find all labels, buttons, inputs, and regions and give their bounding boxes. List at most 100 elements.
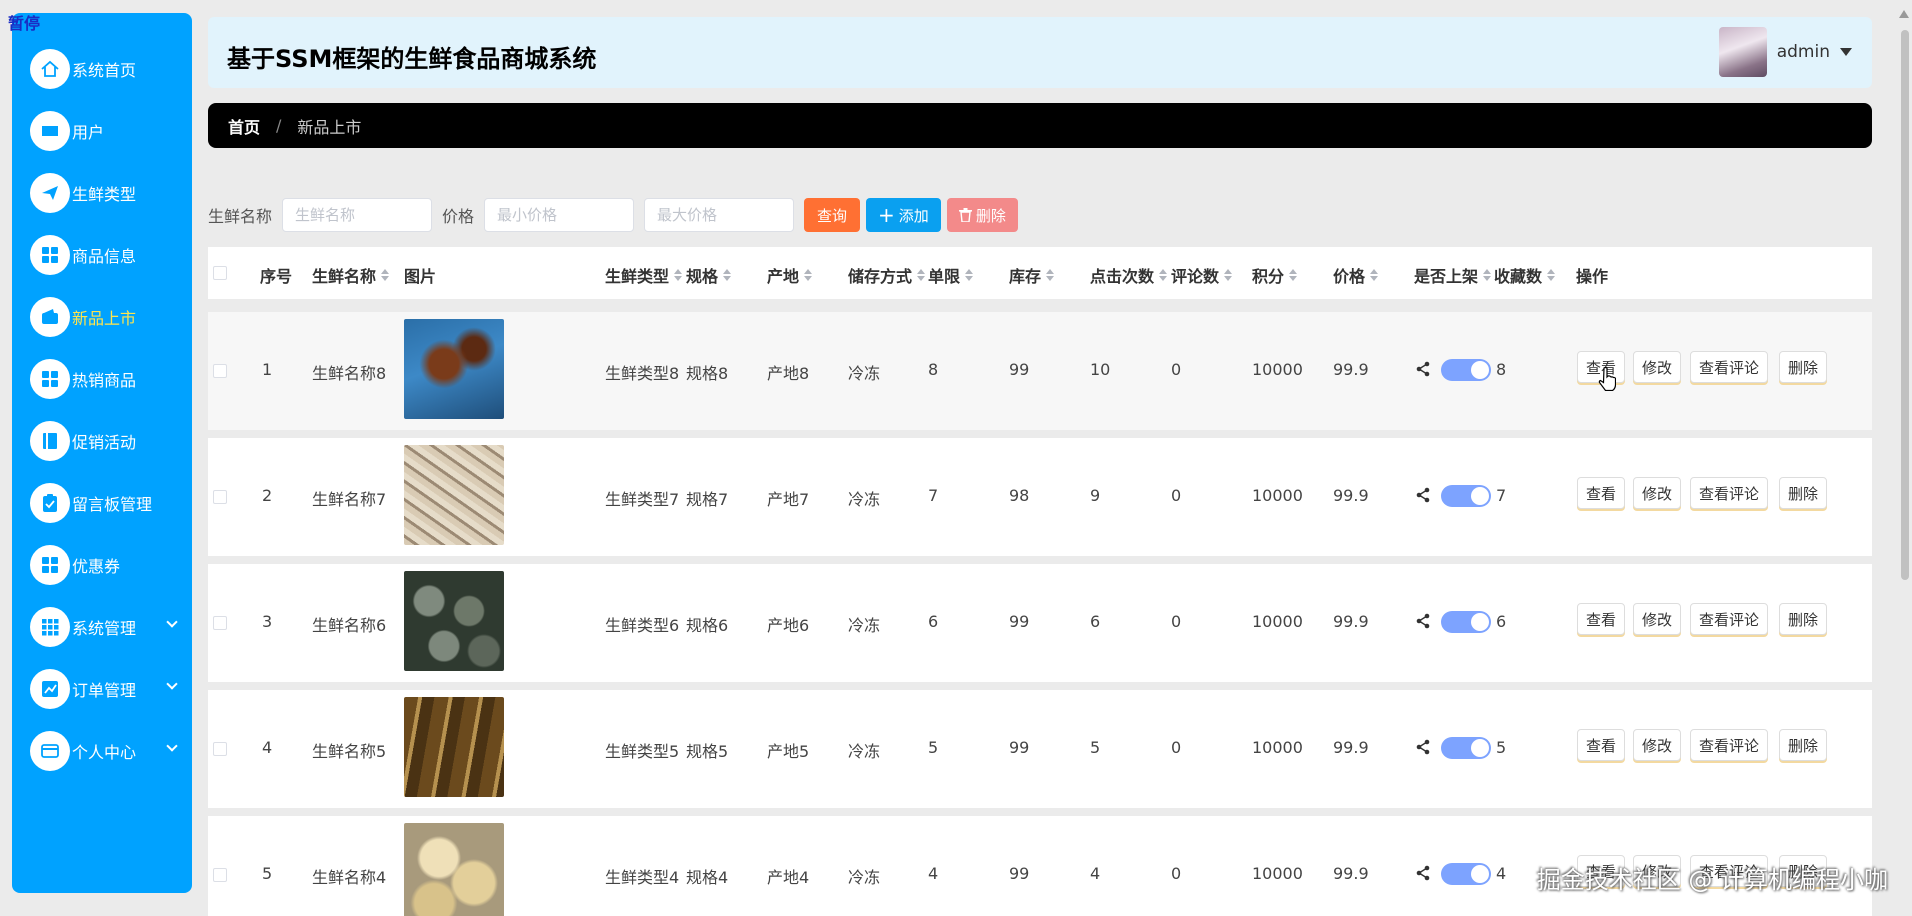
sort-icon[interactable] (804, 269, 813, 281)
row-checkbox[interactable] (213, 868, 227, 882)
name-search-input[interactable] (282, 198, 433, 232)
sort-icon[interactable] (381, 269, 390, 281)
on-shelf-toggle[interactable] (1441, 737, 1491, 759)
cell-stock: 99 (1009, 360, 1030, 379)
on-shelf-toggle[interactable] (1441, 485, 1491, 507)
column-header-image: 图片 (404, 263, 436, 287)
edit-button[interactable]: 修改 (1633, 351, 1682, 383)
column-header-type[interactable]: 生鲜类型 (605, 263, 683, 287)
sidebar-item-7[interactable]: 留言板管理 (12, 472, 192, 534)
column-header-price[interactable]: 价格 (1333, 263, 1379, 287)
sidebar-item-10[interactable]: 订单管理 (12, 658, 192, 720)
share-icon[interactable] (1416, 487, 1430, 503)
column-header-origin[interactable]: 产地 (767, 263, 813, 287)
sort-icon[interactable] (965, 269, 974, 281)
column-header-storage[interactable]: 储存方式 (848, 263, 926, 287)
caret-down-icon[interactable] (1840, 48, 1852, 56)
sidebar-item-4[interactable]: 新品上市 (12, 286, 192, 348)
sidebar-item-11[interactable]: 个人中心 (12, 720, 192, 782)
sidebar-item-2[interactable]: 生鲜类型 (12, 162, 192, 224)
chart-icon (30, 669, 70, 709)
row-delete-button[interactable]: 删除 (1779, 351, 1828, 383)
row-delete-button[interactable]: 删除 (1779, 477, 1828, 509)
edit-button[interactable]: 修改 (1633, 729, 1682, 761)
view-comments-button[interactable]: 查看评论 (1690, 729, 1769, 761)
scrollbar[interactable] (1901, 30, 1909, 580)
scroll-up-arrow-icon[interactable] (1899, 10, 1909, 18)
view-button[interactable]: 查看 (1577, 729, 1626, 761)
on-shelf-toggle[interactable] (1441, 611, 1491, 633)
row-checkbox[interactable] (213, 364, 227, 378)
avatar[interactable] (1718, 27, 1767, 77)
delete-button[interactable]: 删除 (946, 198, 1018, 232)
on-shelf-toggle[interactable] (1441, 359, 1491, 381)
share-icon[interactable] (1416, 865, 1430, 881)
row-checkbox[interactable] (213, 742, 227, 756)
chevron-down-icon[interactable] (166, 616, 178, 628)
sidebar-item-label: 优惠券 (72, 557, 121, 576)
column-header-name[interactable]: 生鲜名称 (312, 263, 390, 287)
row-delete-button[interactable]: 删除 (1779, 603, 1828, 635)
max-price-input[interactable] (644, 198, 795, 232)
sidebar-item-3[interactable]: 商品信息 (12, 224, 192, 286)
cell-points: 10000 (1252, 864, 1303, 883)
column-header-comments[interactable]: 评论数 (1171, 263, 1233, 287)
view-button[interactable]: 查看 (1577, 477, 1626, 509)
column-header-spec[interactable]: 规格 (686, 263, 732, 287)
hand-cursor-icon (1598, 367, 1616, 391)
query-button[interactable]: 查询 (804, 198, 861, 232)
sort-icon[interactable] (1370, 269, 1379, 281)
user-name[interactable]: admin (1777, 42, 1830, 62)
select-all-checkbox[interactable] (213, 266, 227, 280)
chevron-down-icon[interactable] (166, 740, 178, 752)
sidebar-item-5[interactable]: 热销商品 (12, 348, 192, 410)
min-price-input[interactable] (484, 198, 635, 232)
add-button[interactable]: + 添加 (866, 198, 941, 232)
row-checkbox[interactable] (213, 490, 227, 504)
view-comments-button[interactable]: 查看评论 (1690, 603, 1769, 635)
cell-points: 10000 (1252, 612, 1303, 631)
edit-button[interactable]: 修改 (1633, 477, 1682, 509)
breadcrumb-home[interactable]: 首页 (228, 114, 260, 138)
edit-button[interactable]: 修改 (1633, 603, 1682, 635)
sort-icon[interactable] (1046, 269, 1055, 281)
on-shelf-toggle[interactable] (1441, 863, 1491, 885)
view-button[interactable]: 查看 (1577, 603, 1626, 635)
sort-icon[interactable] (723, 269, 732, 281)
share-icon[interactable] (1416, 613, 1430, 629)
user-menu[interactable]: admin (1718, 27, 1852, 77)
column-header-stock[interactable]: 库存 (1009, 263, 1055, 287)
watermark: 掘金技术社区 @ 计算机编程小咖 (1536, 866, 1888, 894)
sort-icon[interactable] (1159, 269, 1168, 281)
sort-icon[interactable] (1483, 269, 1492, 281)
pause-indicator: 暂停 (8, 14, 41, 33)
sort-icon[interactable] (1547, 269, 1556, 281)
column-header-on-shelf[interactable]: 是否上架 (1414, 263, 1492, 287)
cell-spec: 规格6 (686, 616, 729, 635)
row-checkbox[interactable] (213, 616, 227, 630)
edit-button-label: 修改 (1642, 485, 1673, 503)
sidebar-item-label: 留言板管理 (72, 495, 153, 514)
sort-icon[interactable] (1224, 269, 1233, 281)
view-comments-button[interactable]: 查看评论 (1690, 477, 1769, 509)
sort-icon[interactable] (674, 269, 683, 281)
share-icon[interactable] (1416, 361, 1430, 377)
sort-icon[interactable] (917, 269, 926, 281)
sidebar-item-1[interactable]: 用户 (12, 100, 192, 162)
column-header-points[interactable]: 积分 (1252, 263, 1298, 287)
column-header-clicks[interactable]: 点击次数 (1090, 263, 1168, 287)
column-header-label: 产地 (767, 267, 800, 286)
chevron-down-icon[interactable] (166, 678, 178, 690)
share-icon[interactable] (1416, 739, 1430, 755)
sidebar-item-6[interactable]: 促销活动 (12, 410, 192, 472)
column-header-favorites[interactable]: 收藏数 (1494, 263, 1556, 287)
sidebar-item-9[interactable]: 系统管理 (12, 596, 192, 658)
view-button-label: 查看 (1586, 611, 1617, 629)
sort-icon[interactable] (1289, 269, 1298, 281)
column-header-limit[interactable]: 单限 (928, 263, 974, 287)
sidebar-item-0[interactable]: 系统首页 (12, 38, 192, 100)
sidebar-item-label: 个人中心 (72, 743, 137, 762)
row-delete-button[interactable]: 删除 (1779, 729, 1828, 761)
view-comments-button[interactable]: 查看评论 (1690, 351, 1769, 383)
sidebar-item-8[interactable]: 优惠券 (12, 534, 192, 596)
